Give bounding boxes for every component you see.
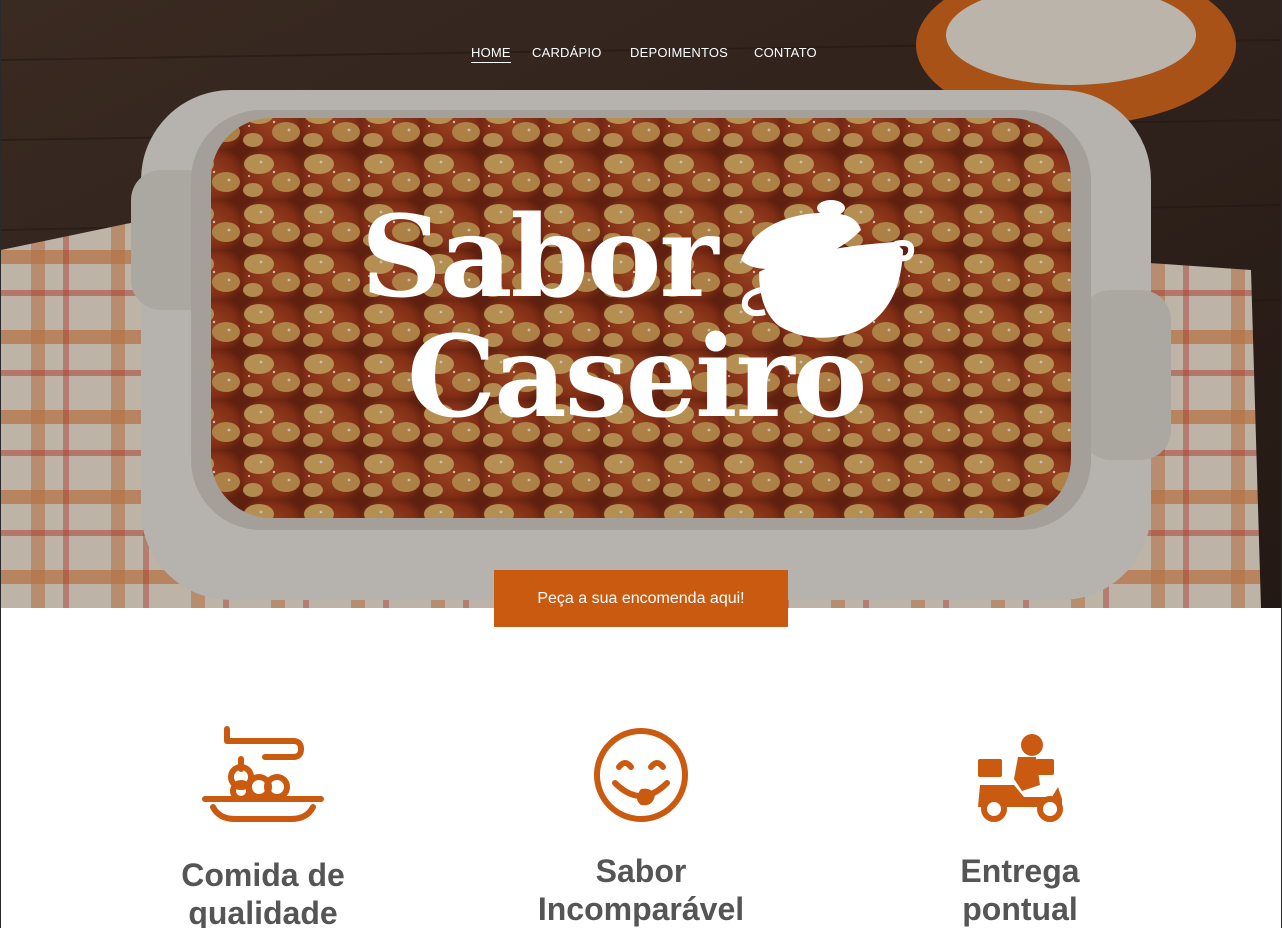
main-nav: HOME CARDÁPIO DEPOIMENTOS CONTATO xyxy=(1,45,1281,65)
nav-item-home[interactable]: HOME xyxy=(471,45,511,63)
nav-item-contato[interactable]: CONTATO xyxy=(754,45,817,60)
feature-delivery: Entrega pontual xyxy=(890,725,1150,928)
feature-title: Comida de qualidade xyxy=(181,857,345,928)
smiling-face-icon xyxy=(511,725,771,830)
nav-item-cardapio[interactable]: CARDÁPIO xyxy=(532,45,602,60)
page: HOME CARDÁPIO DEPOIMENTOS CONTATO Sabor … xyxy=(0,0,1282,928)
logo-word-caseiro: Caseiro xyxy=(407,312,867,443)
delivery-scooter-icon xyxy=(890,725,1150,830)
food-plate-icon xyxy=(133,725,393,830)
hero-section: HOME CARDÁPIO DEPOIMENTOS CONTATO Sabor … xyxy=(1,0,1281,608)
feature-title: Entrega pontual xyxy=(960,853,1080,927)
logo-word-sabor: Sabor xyxy=(361,192,718,323)
feature-flavor: Sabor Incomparável xyxy=(511,725,771,928)
feature-title: Sabor Incomparável xyxy=(537,853,745,927)
feature-quality: Comida de qualidade xyxy=(133,725,393,928)
brand-logo: Sabor Caseiro xyxy=(361,190,921,460)
order-cta-button[interactable]: Peça a sua encomenda aqui! xyxy=(494,570,788,627)
nav-item-depoimentos[interactable]: DEPOIMENTOS xyxy=(630,45,728,60)
